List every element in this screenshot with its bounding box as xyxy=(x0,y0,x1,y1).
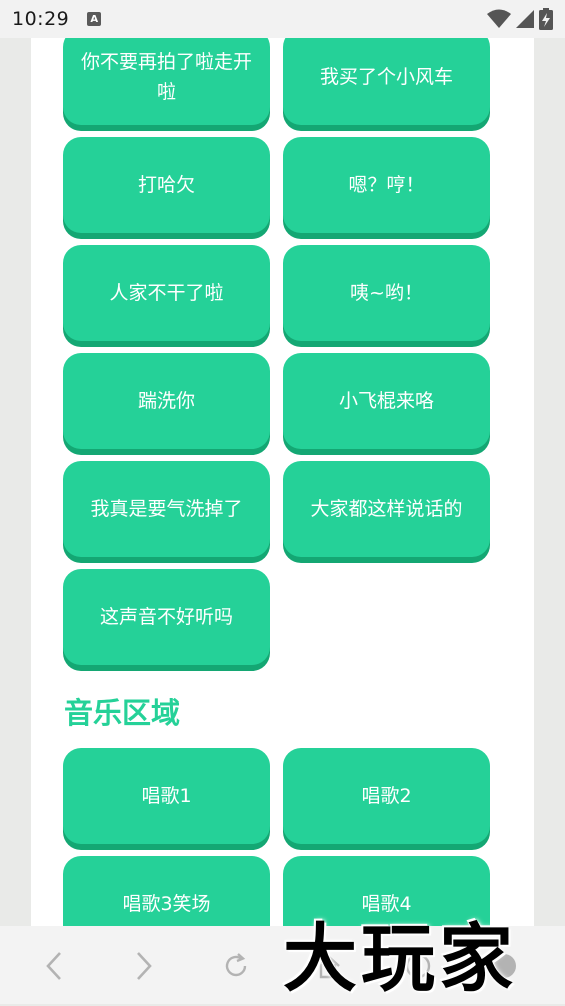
voice-button[interactable]: 大家都这样说话的 xyxy=(283,461,490,557)
signal-icon xyxy=(516,10,534,28)
reload-icon[interactable] xyxy=(218,948,254,984)
voice-button[interactable]: 咦~哟！ xyxy=(283,245,490,341)
a-badge-icon: A xyxy=(87,12,102,26)
music-button[interactable]: 唱歌1 xyxy=(63,748,270,844)
voice-button[interactable]: 嗯？哼！ xyxy=(283,137,490,233)
battery-charging-icon xyxy=(539,8,553,30)
voice-button[interactable]: 你不要再拍了啦走开啦 xyxy=(63,38,270,125)
voice-button[interactable]: 人家不干了啦 xyxy=(63,245,270,341)
status-time: 10:29 xyxy=(12,8,70,30)
status-icons xyxy=(487,8,553,30)
voice-button[interactable]: 我买了个小风车 xyxy=(283,38,490,125)
music-button[interactable]: 唱歌3笑场 xyxy=(63,856,270,926)
voice-button-grid: 你不要再拍了啦走开啦 我买了个小风车 打哈欠 嗯？哼！ 人家不干了啦 咦~哟！ … xyxy=(63,38,490,665)
music-section-title: 音乐区域 xyxy=(64,696,181,730)
voice-button[interactable]: 这声音不好听吗 xyxy=(63,569,270,665)
music-button[interactable]: 唱歌2 xyxy=(283,748,490,844)
status-bar: 10:29 A xyxy=(0,0,565,38)
wifi-icon xyxy=(487,9,511,28)
voice-button[interactable]: 踹洗你 xyxy=(63,353,270,449)
watermark-logo: 大玩家 xyxy=(283,915,517,1002)
back-icon[interactable] xyxy=(36,948,72,984)
forward-icon[interactable] xyxy=(126,948,162,984)
voice-button[interactable]: 打哈欠 xyxy=(63,137,270,233)
voice-button[interactable]: 我真是要气洗掉了 xyxy=(63,461,270,557)
voice-button[interactable]: 小飞棍来咯 xyxy=(283,353,490,449)
content-page[interactable]: 你不要再拍了啦走开啦 我买了个小风车 打哈欠 嗯？哼！ 人家不干了啦 咦~哟！ … xyxy=(31,38,534,926)
